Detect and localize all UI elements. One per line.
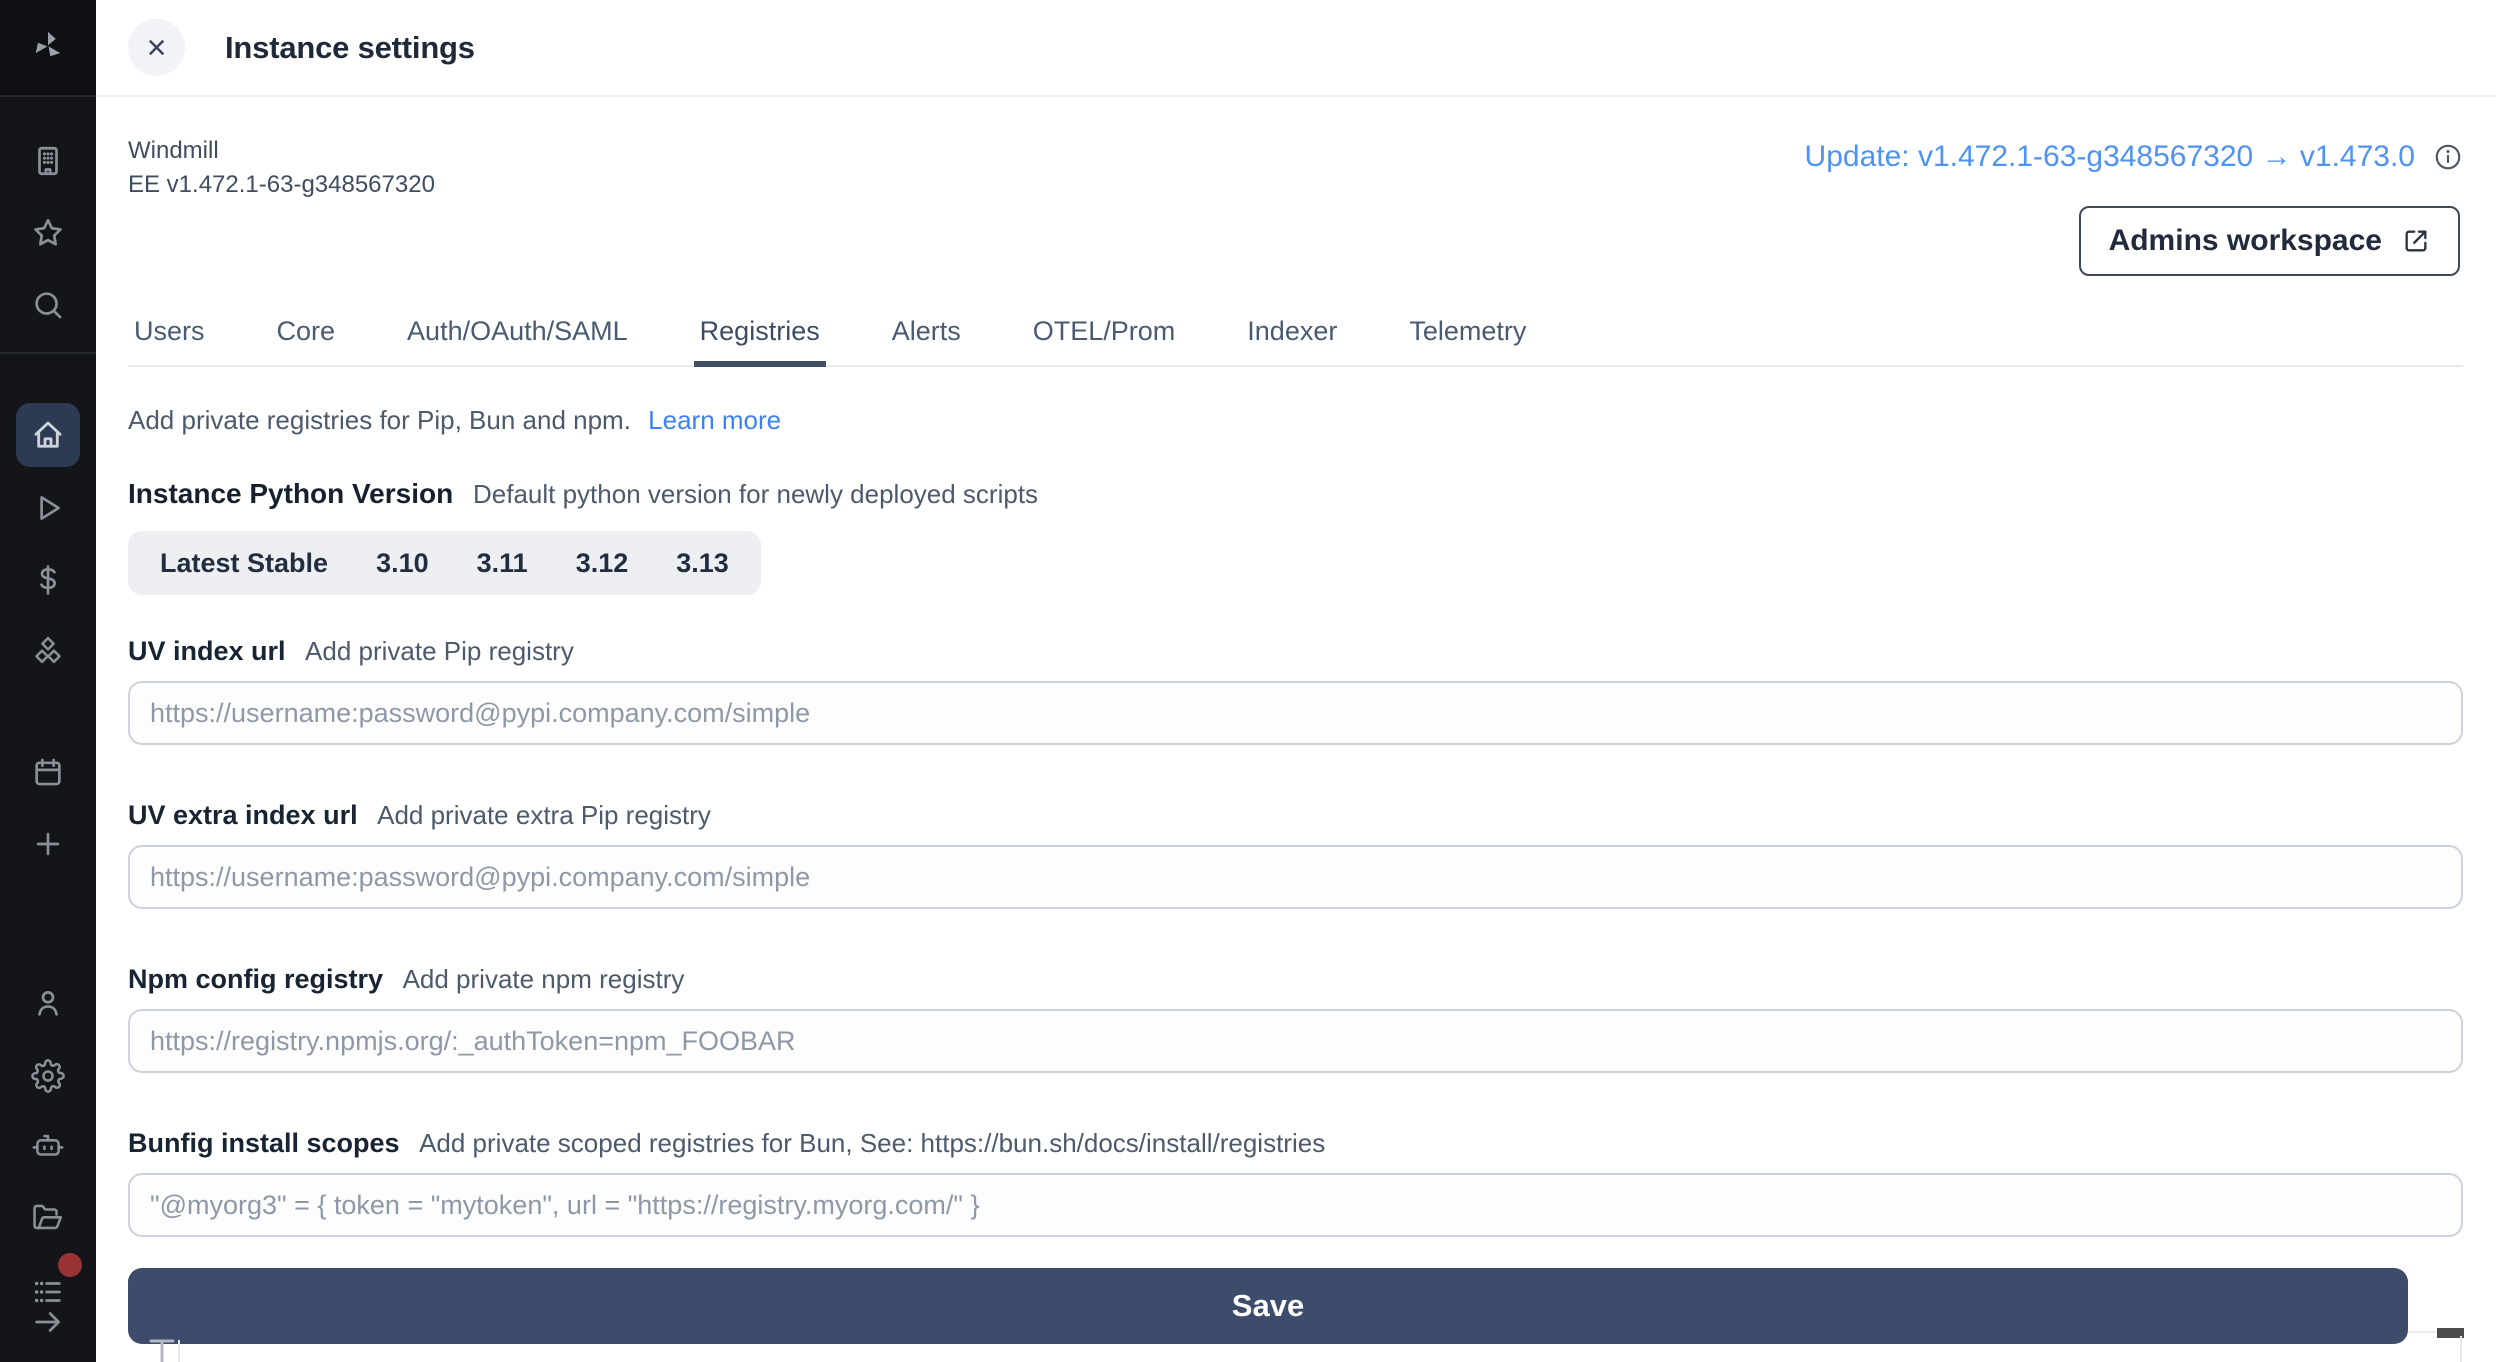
notification-badge (58, 1253, 82, 1277)
uv-extra-index-url-description: Add private extra Pip registry (377, 800, 711, 830)
bunfig-install-scopes-field: Bunfig install scopes Add private scoped… (128, 1128, 2463, 1237)
sidebar-divider (0, 352, 96, 354)
uv-extra-index-url-field: UV extra index url Add private extra Pip… (128, 800, 2463, 909)
instance-name: Windmill (128, 134, 435, 168)
windmill-logo[interactable] (0, 29, 96, 63)
npm-config-registry-field: Npm config registry Add private npm regi… (128, 964, 2463, 1073)
admins-workspace-button[interactable]: Admins workspace (2079, 206, 2460, 276)
python-option-latest-stable[interactable]: Latest Stable (136, 548, 352, 579)
uv-index-url-input[interactable] (128, 681, 2463, 745)
list-icon[interactable] (0, 1275, 96, 1309)
python-version-selector: Latest Stable 3.10 3.11 3.12 3.13 (128, 531, 761, 595)
uv-extra-index-url-input[interactable] (128, 845, 2463, 909)
plus-icon[interactable] (0, 827, 96, 861)
scrollbar-track-top (2408, 1331, 2438, 1333)
python-version-description: Default python version for newly deploye… (473, 479, 1038, 509)
bunfig-install-scopes-input[interactable] (128, 1173, 2463, 1237)
star-icon[interactable] (0, 216, 96, 250)
robot-icon[interactable] (0, 1129, 96, 1163)
python-version-title: Instance Python Version (128, 478, 453, 509)
sidebar (0, 0, 96, 1362)
tab-registries[interactable]: Registries (694, 316, 826, 367)
registries-intro: Add private registries for Pip, Bun and … (128, 405, 781, 436)
page-title: Instance settings (225, 30, 475, 66)
play-icon[interactable] (0, 491, 96, 525)
instance-version: EE v1.472.1-63-g348567320 (128, 168, 435, 202)
uv-index-url-description: Add private Pip registry (305, 636, 574, 666)
python-option-3-12[interactable]: 3.12 (552, 548, 653, 579)
python-version-heading: Instance Python Version Default python v… (128, 478, 1038, 510)
uv-index-url-label: UV index url (128, 636, 286, 666)
python-option-3-13[interactable]: 3.13 (652, 548, 753, 579)
tab-indexer[interactable]: Indexer (1241, 316, 1343, 367)
cursor-ibeam-artifact (146, 1338, 182, 1362)
info-icon[interactable] (2433, 142, 2463, 172)
instance-meta: Windmill EE v1.472.1-63-g348567320 (128, 134, 435, 202)
save-button[interactable]: Save (128, 1268, 2408, 1344)
npm-config-registry-description: Add private npm registry (403, 964, 685, 994)
tab-telemetry[interactable]: Telemetry (1403, 316, 1532, 367)
sidebar-item-home[interactable] (0, 403, 96, 467)
npm-config-registry-input[interactable] (128, 1009, 2463, 1073)
scrollbar-track-side (2460, 1336, 2462, 1362)
close-button[interactable]: × (128, 19, 185, 76)
registries-intro-text: Add private registries for Pip, Bun and … (128, 405, 631, 435)
tab-otel-prom[interactable]: OTEL/Prom (1027, 316, 1182, 367)
update-row: Update: v1.472.1-63-g348567320 → v1.473.… (1805, 140, 2463, 174)
home-icon (16, 403, 80, 467)
folder-open-icon[interactable] (0, 1201, 96, 1235)
calendar-icon[interactable] (0, 755, 96, 789)
user-icon[interactable] (0, 986, 96, 1020)
admins-workspace-label: Admins workspace (2109, 224, 2382, 258)
settings-tabs: Users Core Auth/OAuth/SAML Registries Al… (128, 316, 2463, 367)
uv-index-url-field: UV index url Add private Pip registry (128, 636, 2463, 745)
external-link-icon (2402, 227, 2430, 255)
tab-alerts[interactable]: Alerts (886, 316, 967, 367)
gear-icon[interactable] (0, 1059, 96, 1093)
tab-users[interactable]: Users (128, 316, 211, 367)
tab-core[interactable]: Core (271, 316, 342, 367)
python-option-3-10[interactable]: 3.10 (352, 548, 453, 579)
learn-more-link[interactable]: Learn more (648, 405, 781, 435)
tab-auth-oauth-saml[interactable]: Auth/OAuth/SAML (401, 316, 634, 367)
cubes-icon[interactable] (0, 635, 96, 669)
update-link[interactable]: Update: v1.472.1-63-g348567320 → v1.473.… (1805, 140, 2415, 174)
npm-config-registry-label: Npm config registry (128, 964, 383, 994)
divider-artifact-left (178, 1340, 180, 1362)
building-icon[interactable] (0, 144, 96, 178)
topbar: × Instance settings (96, 0, 2496, 97)
bunfig-install-scopes-label: Bunfig install scopes (128, 1128, 400, 1158)
python-option-3-11[interactable]: 3.11 (453, 548, 552, 579)
arrow-right-icon[interactable] (0, 1305, 96, 1339)
uv-extra-index-url-label: UV extra index url (128, 800, 358, 830)
bunfig-install-scopes-description: Add private scoped registries for Bun, S… (419, 1128, 1325, 1158)
instance-settings-screen: × Instance settings Windmill EE v1.472.1… (0, 0, 2496, 1362)
search-icon[interactable] (0, 288, 96, 322)
dollar-icon[interactable] (0, 563, 96, 597)
